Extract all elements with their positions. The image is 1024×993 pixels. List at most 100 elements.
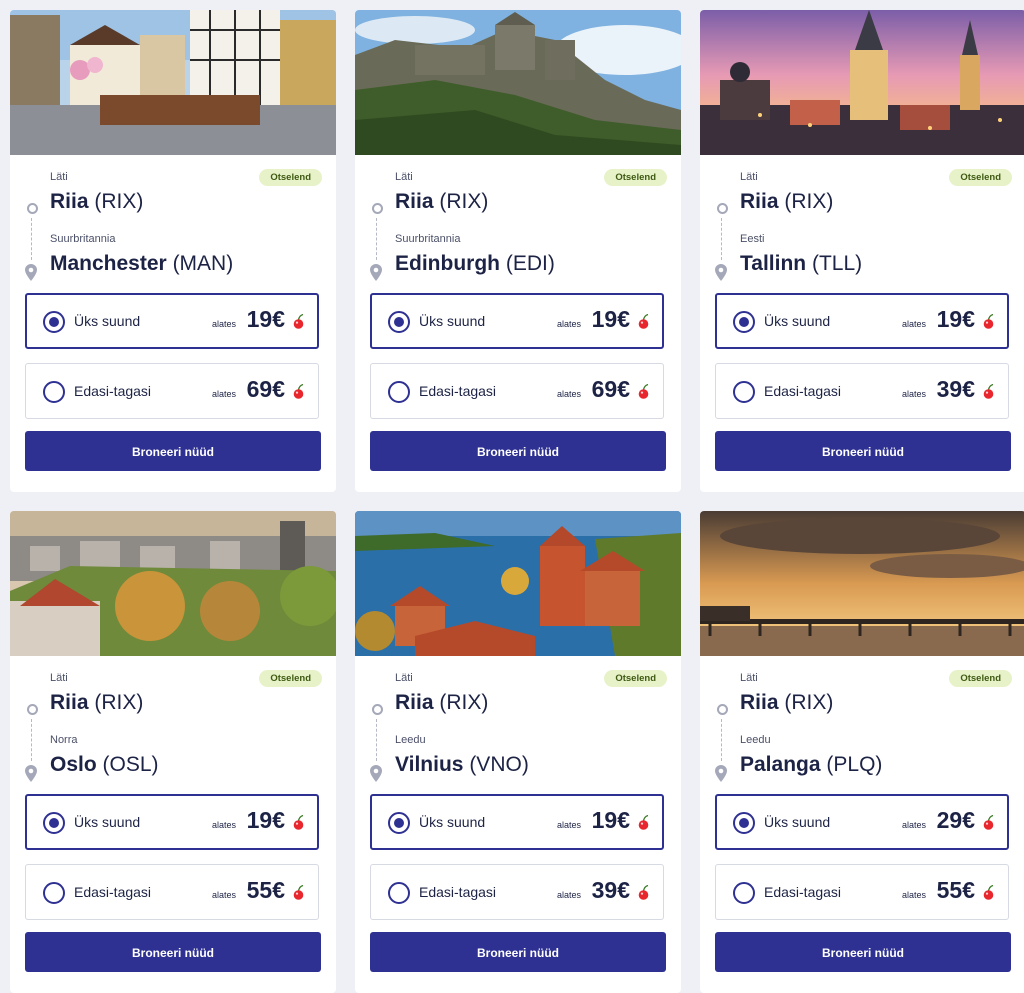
destination-city: Edinburgh (EDI) bbox=[395, 252, 555, 276]
one-way-fare-option[interactable]: Üks suund alates 19€ bbox=[25, 293, 319, 349]
destination-country: Suurbritannia bbox=[395, 233, 461, 245]
destination-photo bbox=[10, 511, 336, 656]
destination-pin-icon bbox=[25, 765, 37, 782]
route-connector-line bbox=[376, 719, 377, 761]
book-now-button[interactable]: Broneeri nüüd bbox=[715, 932, 1011, 972]
cherry-icon bbox=[983, 815, 994, 830]
destination-card: Läti Riia (RIX) Leedu Palanga (PLQ) Otse… bbox=[700, 511, 1024, 993]
round-trip-fare-option[interactable]: Edasi-tagasi alates 69€ bbox=[370, 363, 664, 419]
book-now-button[interactable]: Broneeri nüüd bbox=[715, 431, 1011, 471]
origin-code: (RIX) bbox=[439, 691, 489, 714]
radio-selected-dot bbox=[49, 317, 59, 327]
destination-city-name: Oslo bbox=[50, 753, 97, 776]
radio-selected-dot bbox=[394, 818, 404, 828]
radio-icon[interactable] bbox=[43, 381, 65, 403]
price-from-label: alates bbox=[211, 319, 236, 329]
origin-country: Läti bbox=[740, 171, 758, 183]
origin-city: Riia (RIX) bbox=[395, 190, 488, 214]
one-way-price: 19€ bbox=[591, 807, 630, 833]
radio-icon[interactable] bbox=[733, 381, 755, 403]
one-way-price: 19€ bbox=[246, 306, 285, 332]
destination-card: Läti Riia (RIX) Suurbritannia Manchester… bbox=[10, 10, 336, 492]
one-way-price: 19€ bbox=[591, 306, 630, 332]
one-way-fare-option[interactable]: Üks suund alates 19€ bbox=[25, 794, 319, 850]
one-way-fare-option[interactable]: Üks suund alates 19€ bbox=[370, 794, 664, 850]
price-from-label: alates bbox=[901, 389, 926, 399]
destination-photo bbox=[700, 10, 1024, 155]
round-trip-label: Edasi-tagasi bbox=[764, 383, 842, 399]
one-way-fare-option[interactable]: Üks suund alates 19€ bbox=[370, 293, 664, 349]
destination-country: Eesti bbox=[740, 233, 765, 245]
origin-country: Läti bbox=[50, 672, 68, 684]
route-connector-line bbox=[721, 719, 722, 761]
radio-icon[interactable] bbox=[733, 812, 755, 834]
round-trip-price: 55€ bbox=[936, 877, 975, 903]
destination-code: (MAN) bbox=[172, 252, 234, 275]
destination-code: (TLL) bbox=[811, 252, 863, 275]
destination-code: (OSL) bbox=[102, 753, 159, 776]
origin-city: Riia (RIX) bbox=[50, 691, 143, 715]
cherry-icon bbox=[293, 885, 304, 900]
route-connector-line bbox=[31, 719, 32, 761]
radio-selected-dot bbox=[49, 818, 59, 828]
price-from-label: alates bbox=[211, 389, 236, 399]
price-from-label: alates bbox=[901, 820, 926, 830]
destination-city-name: Palanga bbox=[740, 753, 821, 776]
destination-city: Palanga (PLQ) bbox=[740, 753, 882, 777]
round-trip-price: 39€ bbox=[591, 877, 630, 903]
destination-city: Vilnius (VNO) bbox=[395, 753, 529, 777]
book-now-button[interactable]: Broneeri nüüd bbox=[25, 932, 321, 972]
origin-city: Riia (RIX) bbox=[395, 691, 488, 715]
radio-icon[interactable] bbox=[733, 311, 755, 333]
destination-photo bbox=[355, 10, 681, 155]
origin-dot-icon bbox=[372, 704, 383, 715]
origin-city-name: Riia bbox=[740, 691, 779, 714]
radio-icon[interactable] bbox=[43, 882, 65, 904]
round-trip-fare-option[interactable]: Edasi-tagasi alates 69€ bbox=[25, 363, 319, 419]
route-info: Läti Riia (RIX) Suurbritannia Manchester… bbox=[10, 155, 336, 295]
cherry-icon bbox=[983, 885, 994, 900]
destination-city: Oslo (OSL) bbox=[50, 753, 159, 777]
book-now-button[interactable]: Broneeri nüüd bbox=[370, 932, 666, 972]
origin-code: (RIX) bbox=[94, 190, 144, 213]
radio-icon[interactable] bbox=[43, 311, 65, 333]
one-way-label: Üks suund bbox=[764, 814, 831, 830]
destination-photo bbox=[700, 511, 1024, 656]
origin-country: Läti bbox=[50, 171, 68, 183]
radio-selected-dot bbox=[394, 317, 404, 327]
radio-icon[interactable] bbox=[388, 812, 410, 834]
direct-flight-badge: Otselend bbox=[949, 670, 1012, 687]
radio-icon[interactable] bbox=[388, 311, 410, 333]
round-trip-price: 69€ bbox=[246, 376, 285, 402]
destination-code: (EDI) bbox=[505, 252, 555, 275]
cherry-icon bbox=[293, 384, 304, 399]
radio-icon[interactable] bbox=[43, 812, 65, 834]
one-way-price: 19€ bbox=[936, 306, 975, 332]
radio-icon[interactable] bbox=[733, 882, 755, 904]
destination-pin-icon bbox=[370, 765, 382, 782]
radio-selected-dot bbox=[739, 317, 749, 327]
one-way-fare-option[interactable]: Üks suund alates 19€ bbox=[715, 293, 1009, 349]
route-info: Läti Riia (RIX) Suurbritannia Edinburgh … bbox=[355, 155, 681, 295]
destination-city-name: Vilnius bbox=[395, 753, 464, 776]
book-now-button[interactable]: Broneeri nüüd bbox=[370, 431, 666, 471]
destination-city-name: Tallinn bbox=[740, 252, 807, 275]
destination-card-grid: Läti Riia (RIX) Suurbritannia Manchester… bbox=[0, 0, 1024, 993]
one-way-label: Üks suund bbox=[764, 313, 831, 329]
origin-code: (RIX) bbox=[439, 190, 489, 213]
origin-city-name: Riia bbox=[740, 190, 779, 213]
destination-pin-icon bbox=[370, 264, 382, 281]
origin-city: Riia (RIX) bbox=[740, 691, 833, 715]
round-trip-fare-option[interactable]: Edasi-tagasi alates 55€ bbox=[25, 864, 319, 920]
route-connector-line bbox=[31, 218, 32, 260]
one-way-fare-option[interactable]: Üks suund alates 29€ bbox=[715, 794, 1009, 850]
round-trip-fare-option[interactable]: Edasi-tagasi alates 55€ bbox=[715, 864, 1009, 920]
destination-city-name: Manchester bbox=[50, 252, 167, 275]
radio-icon[interactable] bbox=[388, 381, 410, 403]
round-trip-fare-option[interactable]: Edasi-tagasi alates 39€ bbox=[715, 363, 1009, 419]
round-trip-fare-option[interactable]: Edasi-tagasi alates 39€ bbox=[370, 864, 664, 920]
price-from-label: alates bbox=[211, 820, 236, 830]
book-now-button[interactable]: Broneeri nüüd bbox=[25, 431, 321, 471]
round-trip-price: 39€ bbox=[936, 376, 975, 402]
radio-icon[interactable] bbox=[388, 882, 410, 904]
